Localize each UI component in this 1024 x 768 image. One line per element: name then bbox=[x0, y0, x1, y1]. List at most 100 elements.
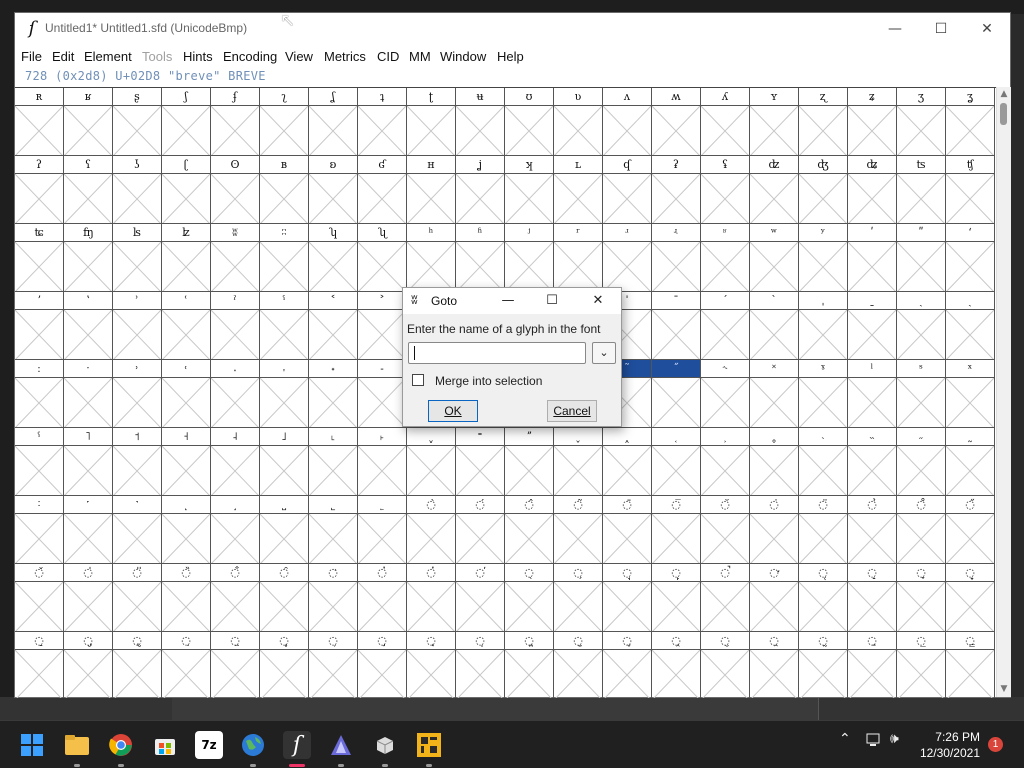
box-app-icon[interactable] bbox=[371, 731, 399, 759]
glyph-cell[interactable]: ʫ bbox=[162, 224, 211, 292]
glyph-cell[interactable]: ◌̱ bbox=[848, 632, 897, 698]
glyph-cell[interactable]: ◌̂ bbox=[505, 496, 554, 564]
glyph-cell[interactable]: ʧ bbox=[946, 156, 995, 224]
glyph-cell[interactable]: ʺ bbox=[897, 224, 946, 292]
glyph-cell[interactable]: ˍ bbox=[848, 292, 897, 360]
close-button[interactable]: ✕ bbox=[964, 13, 1010, 45]
glyph-cell[interactable]: ˀ bbox=[211, 292, 260, 360]
glyph-cell[interactable]: ◌̭ bbox=[652, 632, 701, 698]
glyph-cell[interactable]: ˴ bbox=[799, 428, 848, 496]
microsoft-store-icon[interactable] bbox=[151, 731, 179, 759]
glyph-cell[interactable]: ◌̖ bbox=[505, 564, 554, 632]
chrome-icon[interactable] bbox=[107, 731, 135, 759]
earth-app-icon[interactable] bbox=[239, 731, 267, 759]
menu-file[interactable]: File bbox=[21, 49, 42, 64]
glyph-cell[interactable]: ʉ bbox=[456, 88, 505, 156]
glyph-cell[interactable]: ʲ bbox=[505, 224, 554, 292]
glyph-cell[interactable]: ʓ bbox=[946, 88, 995, 156]
menu-hints[interactable]: Hints bbox=[183, 49, 213, 64]
glyph-cell[interactable]: ◌̦ bbox=[309, 632, 358, 698]
glyph-cell[interactable]: ◌̃ bbox=[554, 496, 603, 564]
glyph-cell[interactable]: ◌̫ bbox=[554, 632, 603, 698]
glyph-cell[interactable]: ʱ bbox=[456, 224, 505, 292]
glyph-cell[interactable]: ◌̧ bbox=[358, 632, 407, 698]
scroll-up-icon[interactable]: ▲ bbox=[999, 89, 1009, 99]
glyph-cell[interactable]: ◌̐ bbox=[211, 564, 260, 632]
glyph-cell[interactable]: ʬ bbox=[211, 224, 260, 292]
glyph-cell[interactable]: ʛ bbox=[358, 156, 407, 224]
menu-edit[interactable]: Edit bbox=[52, 49, 74, 64]
glyph-cell[interactable]: ʨ bbox=[15, 224, 64, 292]
glyph-cell[interactable]: ˼ bbox=[211, 496, 260, 564]
glyph-cell[interactable]: ˦ bbox=[113, 428, 162, 496]
glyph-cell[interactable]: ◌̌ bbox=[15, 564, 64, 632]
glyph-cell[interactable]: ʄ bbox=[211, 88, 260, 156]
dialog-minimize-icon[interactable]: — bbox=[497, 291, 519, 311]
title-bar[interactable]: ſ Untitled1* Untitled1.sfd (UnicodeBmp) … bbox=[15, 13, 1010, 45]
vertical-scrollbar[interactable]: ▲ ▼ bbox=[996, 87, 1011, 697]
glyph-cell[interactable]: ˰ bbox=[603, 428, 652, 496]
glyph-cell[interactable]: ◌̬ bbox=[603, 632, 652, 698]
glyph-cell[interactable]: ʈ bbox=[407, 88, 456, 156]
glyph-cell[interactable]: ˞ bbox=[701, 360, 750, 428]
glyph-cell[interactable]: ˋ bbox=[750, 292, 799, 360]
glyph-cell[interactable]: ˲ bbox=[701, 428, 750, 496]
glyph-cell[interactable]: ʴ bbox=[603, 224, 652, 292]
glyph-cell[interactable]: ◌̡ bbox=[64, 632, 113, 698]
glyph-cell[interactable]: ʊ bbox=[505, 88, 554, 156]
menu-help[interactable]: Help bbox=[497, 49, 524, 64]
glyph-cell[interactable]: ˧ bbox=[162, 428, 211, 496]
glyph-cell[interactable]: ʅ bbox=[260, 88, 309, 156]
glyph-cell[interactable]: ʞ bbox=[505, 156, 554, 224]
glyph-cell[interactable]: ˸ bbox=[15, 496, 64, 564]
glyph-cell[interactable]: ʏ bbox=[750, 88, 799, 156]
glyph-cell[interactable]: ◌̉ bbox=[848, 496, 897, 564]
glyph-cell[interactable]: ˃ bbox=[358, 292, 407, 360]
menu-metrics[interactable]: Metrics bbox=[324, 49, 366, 64]
glyph-cell[interactable]: ʩ bbox=[64, 224, 113, 292]
glyph-cell[interactable]: ◌̩ bbox=[456, 632, 505, 698]
glyph-cell[interactable]: ʪ bbox=[113, 224, 162, 292]
glyph-cell[interactable]: ◌̙ bbox=[652, 564, 701, 632]
glyph-cell[interactable]: ◌̔ bbox=[407, 564, 456, 632]
glyph-cell[interactable]: ˳ bbox=[750, 428, 799, 496]
glyph-cell[interactable]: ː bbox=[15, 360, 64, 428]
glyph-cell[interactable]: ˔ bbox=[211, 360, 260, 428]
glyph-cell[interactable]: ◌̏ bbox=[162, 564, 211, 632]
dialog-maximize-icon[interactable]: ☐ bbox=[541, 291, 563, 311]
glyph-cell[interactable]: ˤ bbox=[15, 428, 64, 496]
glyph-cell[interactable]: ◌̞ bbox=[897, 564, 946, 632]
7zip-icon[interactable]: 7z bbox=[195, 731, 223, 759]
glyph-cell[interactable]: ◌̯ bbox=[750, 632, 799, 698]
glyph-cell[interactable]: ˉ bbox=[652, 292, 701, 360]
glyph-cell[interactable]: ◌̗ bbox=[554, 564, 603, 632]
glyph-cell[interactable]: ˝ bbox=[652, 360, 701, 428]
glyph-cell[interactable]: ◌̍ bbox=[64, 564, 113, 632]
glyph-cell[interactable]: ʟ bbox=[554, 156, 603, 224]
glyph-cell[interactable]: ʋ bbox=[554, 88, 603, 156]
volume-icon[interactable]: 🕪 bbox=[890, 731, 899, 747]
glyph-cell[interactable]: ʒ bbox=[897, 88, 946, 156]
glyph-cell[interactable]: ◌̲ bbox=[897, 632, 946, 698]
glyph-cell[interactable]: ˭ bbox=[456, 428, 505, 496]
glyph-cell[interactable]: ʥ bbox=[848, 156, 897, 224]
glyph-cell[interactable]: ˺ bbox=[113, 496, 162, 564]
fontforge-taskbar-icon[interactable]: ſ bbox=[283, 731, 311, 759]
glyph-cell[interactable]: ˷ bbox=[946, 428, 995, 496]
glyph-name-dropdown-button[interactable]: ⌄ bbox=[592, 342, 616, 364]
glyph-cell[interactable]: ◌̪ bbox=[505, 632, 554, 698]
glyph-cell[interactable]: ʘ bbox=[211, 156, 260, 224]
glyph-cell[interactable]: ʿ bbox=[162, 292, 211, 360]
glyph-cell[interactable]: ˠ bbox=[799, 360, 848, 428]
glyph-cell[interactable]: ʐ bbox=[799, 88, 848, 156]
glyph-cell[interactable]: ʜ bbox=[407, 156, 456, 224]
glyph-cell[interactable]: ʡ bbox=[652, 156, 701, 224]
glyph-cell[interactable]: ◌̟ bbox=[946, 564, 995, 632]
glyph-cell[interactable]: ◌̆ bbox=[701, 496, 750, 564]
maximize-button[interactable]: ☐ bbox=[918, 13, 964, 45]
menu-mm[interactable]: MM bbox=[409, 49, 431, 64]
glyph-cell[interactable]: ◌̊ bbox=[897, 496, 946, 564]
glyph-cell[interactable]: ʕ bbox=[64, 156, 113, 224]
glyph-cell[interactable]: ˯ bbox=[554, 428, 603, 496]
glyph-cell[interactable]: ʙ bbox=[260, 156, 309, 224]
